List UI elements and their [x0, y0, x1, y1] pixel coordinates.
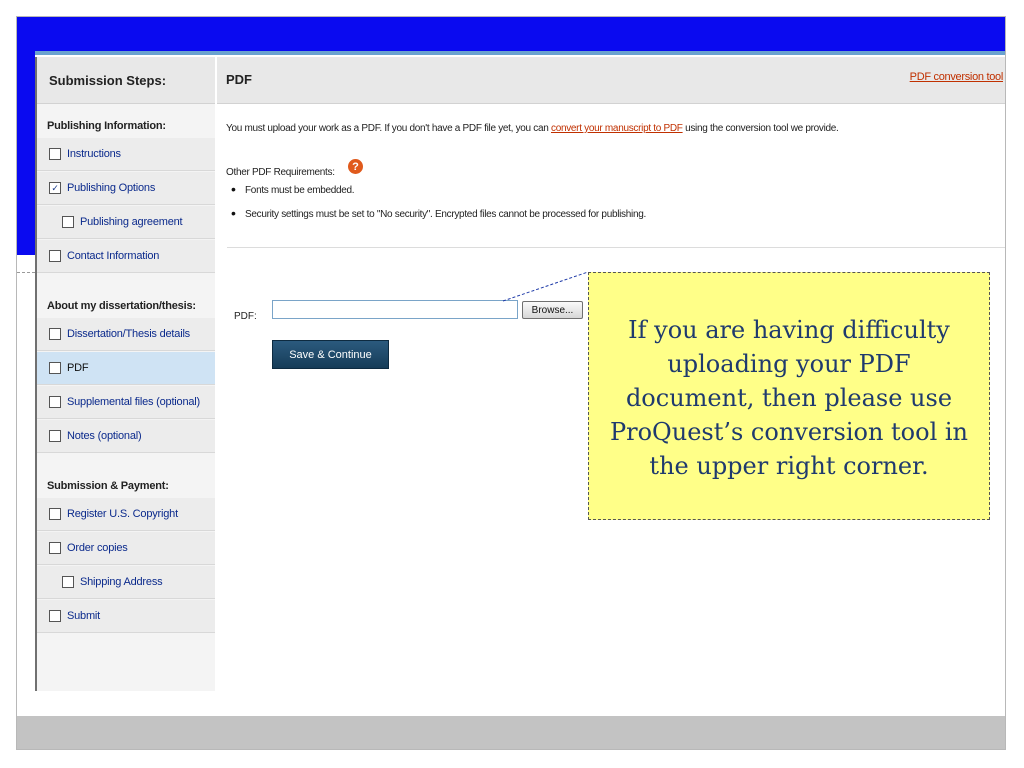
- requirement-fonts: Fonts must be embedded.: [231, 181, 355, 197]
- sidebar-item-label: Publishing Options: [67, 182, 156, 194]
- sidebar-item-label: Instructions: [67, 148, 121, 160]
- sidebar-item[interactable]: Notes (optional): [37, 420, 215, 453]
- sidebar-section-title: About my dissertation/thesis:: [47, 300, 196, 312]
- intro-text-before: You must upload your work as a PDF. If y…: [226, 123, 551, 134]
- sidebar-item-label: Dissertation/Thesis details: [67, 328, 190, 340]
- sidebar-item[interactable]: Supplemental files (optional): [37, 386, 215, 419]
- requirement-security: Security settings must be set to "No sec…: [231, 205, 646, 221]
- checkbox-icon: [49, 396, 61, 408]
- callout-note: If you are having difficulty uploading y…: [588, 272, 990, 520]
- requirements-title: Other PDF Requirements:: [226, 167, 335, 178]
- checkbox-icon: [49, 362, 61, 374]
- checkbox-icon: [49, 542, 61, 554]
- sidebar-sections: Publishing Information: Instructions ✓ Publ…: [37, 104, 215, 633]
- sidebar-item[interactable]: Order copies: [37, 532, 215, 565]
- sidebar-item-label: Notes (optional): [67, 430, 142, 442]
- pdf-field-label: PDF:: [234, 311, 257, 322]
- checkbox-icon: [62, 216, 74, 228]
- sidebar-item-label: Order copies: [67, 542, 128, 554]
- pdf-file-input[interactable]: [272, 300, 518, 319]
- sidebar-header: Submission Steps:: [37, 57, 215, 104]
- sidebar-item[interactable]: Contact Information: [37, 240, 215, 273]
- sidebar-item[interactable]: ✓ Publishing Options: [37, 172, 215, 205]
- slide-footer-bar: [17, 716, 1005, 749]
- sidebar-section-title: Publishing Information:: [47, 120, 166, 132]
- sidebar-item-label: Shipping Address: [80, 576, 163, 588]
- question-circle-icon[interactable]: ?: [348, 159, 363, 174]
- sidebar-item-label: PDF: [67, 362, 89, 374]
- checkbox-icon: [49, 250, 61, 262]
- checkmark-icon: ✓: [49, 182, 61, 194]
- intro-text-after: using the conversion tool we provide.: [682, 123, 839, 134]
- browse-button[interactable]: Browse...: [522, 301, 583, 319]
- checkbox-icon: [49, 328, 61, 340]
- sidebar-item[interactable]: Instructions: [37, 138, 215, 171]
- checkbox-icon: [49, 610, 61, 622]
- section-divider: [227, 247, 1005, 248]
- sidebar-item[interactable]: PDF: [37, 352, 215, 385]
- sidebar-item[interactable]: Shipping Address: [37, 566, 215, 599]
- sidebar-item-label: Publishing agreement: [80, 216, 183, 228]
- sidebar-item-label: Submit: [67, 610, 101, 622]
- checkbox-icon: [49, 430, 61, 442]
- save-continue-button[interactable]: Save & Continue: [272, 340, 389, 369]
- submission-steps-sidebar: Submission Steps: Publishing Information…: [35, 57, 215, 691]
- sidebar-item-label: Supplemental files (optional): [67, 396, 200, 408]
- pdf-conversion-tool-link[interactable]: PDF conversion tool: [910, 71, 1004, 83]
- convert-manuscript-link[interactable]: convert your manuscript to PDF: [551, 123, 683, 134]
- sidebar-item[interactable]: Submit: [37, 600, 215, 633]
- sidebar-section-title: Submission & Payment:: [47, 480, 169, 492]
- sidebar-item[interactable]: Publishing agreement: [37, 206, 215, 239]
- sidebar-item-label: Register U.S. Copyright: [67, 508, 178, 520]
- intro-text: You must upload your work as a PDF. If y…: [226, 123, 839, 134]
- callout-text: If you are having difficulty uploading y…: [609, 316, 969, 480]
- checkbox-icon: [49, 508, 61, 520]
- sidebar-item[interactable]: Register U.S. Copyright: [37, 498, 215, 531]
- sidebar-item[interactable]: Dissertation/Thesis details: [37, 318, 215, 351]
- main-header: PDF PDF conversion tool: [217, 57, 1005, 104]
- checkbox-icon: [62, 576, 74, 588]
- checkbox-icon: [49, 148, 61, 160]
- page-title: PDF: [226, 72, 252, 87]
- sidebar-item-label: Contact Information: [67, 250, 160, 262]
